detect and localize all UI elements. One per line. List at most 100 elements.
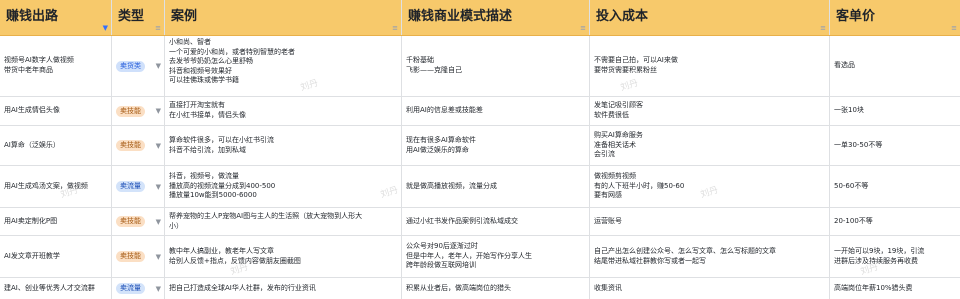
cost-cell[interactable]: 收集资讯 bbox=[590, 278, 830, 299]
cell-line: 收集资讯 bbox=[594, 283, 622, 292]
column-header-type[interactable]: 类型 ≡ bbox=[112, 0, 165, 35]
model-cell[interactable]: 通过小红书发作品案例引流私域成交 bbox=[402, 208, 590, 235]
cases-cell[interactable]: 帮养宠物的主人P宠物AI图与主人的生活照（放大宠物到人形大 小） bbox=[165, 208, 402, 235]
type-cell[interactable]: 卖技能 ▼ bbox=[112, 97, 165, 125]
cell-line: 跨年龄段做互联网培训 bbox=[406, 261, 476, 270]
cases-cell[interactable]: 小和尚、智者 一个可爱的小和尚，或者特别智慧的老者 去发爷爷奶奶怎么心里舒畅 抖… bbox=[165, 36, 402, 96]
cell-line: 50-60不等 bbox=[834, 181, 869, 190]
type-cell[interactable]: 卖流量 ▼ bbox=[112, 166, 165, 207]
cell-line: 会引流 bbox=[594, 150, 615, 159]
table-row[interactable]: AI发文章开班教学 卖技能 ▼ 教中年人搞副业，教老年人写文章 给别人反馈+指点，反… bbox=[0, 236, 960, 278]
chevron-down-icon[interactable]: ▼ bbox=[156, 183, 161, 191]
cell-line: 用AI生成鸡汤文案，做视频 bbox=[4, 181, 88, 190]
model-cell[interactable]: 积累从业者后，做高端岗位的猎头 bbox=[402, 278, 590, 299]
cases-cell[interactable]: 直接打开淘宝就有 在小红书接单，情侣头像 bbox=[165, 97, 402, 125]
table-row[interactable]: 视频号AI数字人做视频 带货中老年商品 卖货类 ▼ 小和尚、智者 一个可爱的小和尚，… bbox=[0, 36, 960, 97]
cell-line: 要有网感 bbox=[594, 191, 622, 200]
model-cell[interactable]: 利用AI的信息差或技能差 bbox=[402, 97, 590, 125]
cell-line: 软件费很低 bbox=[594, 111, 629, 119]
column-header-cases[interactable]: 案例 ≡ bbox=[165, 0, 402, 35]
price-cell[interactable]: 看选品 bbox=[830, 36, 960, 96]
price-cell[interactable]: 一单30-50不等 bbox=[830, 126, 960, 165]
filter-icon[interactable]: ≡ bbox=[392, 24, 398, 32]
cell-line: 要带货需要积累粉丝 bbox=[594, 66, 657, 74]
column-header-path[interactable]: 赚钱出路 ▼ bbox=[0, 0, 112, 35]
column-header-label: 客单价 bbox=[836, 9, 876, 24]
cell-line: 算命软件很多，可以在小红书引流 bbox=[169, 135, 274, 144]
cell-line: 准备相关话术 bbox=[594, 140, 636, 149]
type-cell[interactable]: 卖技能 ▼ bbox=[112, 208, 165, 235]
path-cell[interactable]: 视频号AI数字人做视频 带货中老年商品 bbox=[0, 36, 112, 96]
model-cell[interactable]: 公众号对90后逐渐过时 但是中年人，老年人，开始写作分享人生 跨年龄段做互联网培训 bbox=[402, 236, 590, 277]
cell-line: 公众号对90后逐渐过时 bbox=[406, 242, 478, 251]
type-cell[interactable]: 卖技能 ▼ bbox=[112, 126, 165, 165]
cell-line: 抖音不给引流，加到私域 bbox=[169, 145, 246, 154]
cell-line: 一开始可以9块，19块，引流 bbox=[834, 246, 925, 255]
cell-line: 运营账号 bbox=[594, 216, 622, 225]
filter-icon[interactable]: ≡ bbox=[580, 24, 586, 32]
table-row[interactable]: 用AI生成情侣头像 卖技能 ▼ 直接打开淘宝就有 在小红书接单，情侣头像 利用AI的… bbox=[0, 97, 960, 126]
column-header-cost[interactable]: 投入成本 ≡ bbox=[590, 0, 830, 35]
type-tag: 卖技能 bbox=[116, 140, 145, 151]
type-cell[interactable]: 卖技能 ▼ bbox=[112, 236, 165, 277]
cell-line: 购买AI算命服务 bbox=[594, 131, 643, 140]
column-header-model[interactable]: 赚钱商业模式描述 ≡ bbox=[402, 0, 590, 35]
cell-line: 建AI、创业等优秀人才交流群 bbox=[4, 283, 95, 292]
filter-icon[interactable]: ≡ bbox=[155, 24, 161, 32]
cell-line: 帮养宠物的主人P宠物AI图与主人的生活照（放大宠物到人形大 bbox=[169, 211, 363, 220]
type-cell[interactable]: 卖流量 ▼ bbox=[112, 278, 165, 299]
price-cell[interactable]: 20-100不等 bbox=[830, 208, 960, 235]
cases-cell[interactable]: 算命软件很多，可以在小红书引流 抖音不给引流，加到私域 bbox=[165, 126, 402, 165]
cases-cell[interactable]: 教中年人搞副业，教老年人写文章 给别人反馈+指点，反馈内容做朋友圈截图 bbox=[165, 236, 402, 277]
chevron-down-icon[interactable]: ▼ bbox=[156, 142, 161, 150]
model-cell[interactable]: 现在有很多AI算命软件 用AI做泛娱乐的算命 bbox=[402, 126, 590, 165]
path-cell[interactable]: AI算命（泛娱乐） bbox=[0, 126, 112, 165]
price-cell[interactable]: 一张10块 bbox=[830, 97, 960, 125]
price-cell[interactable]: 50-60不等 bbox=[830, 166, 960, 207]
chevron-down-icon[interactable]: ▼ bbox=[156, 218, 161, 226]
column-header-price[interactable]: 客单价 ≡ bbox=[830, 0, 960, 35]
cell-line: 在小红书接单，情侣头像 bbox=[169, 111, 246, 119]
cell-line: 去发爷爷奶奶怎么心里舒畅 bbox=[169, 57, 253, 66]
cell-line: 抖音，视频号，做流量 bbox=[169, 172, 239, 181]
filter-icon[interactable]: ≡ bbox=[820, 24, 826, 32]
filter-icon[interactable]: ≡ bbox=[951, 24, 957, 32]
chevron-down-icon[interactable]: ▼ bbox=[156, 62, 161, 70]
table-row[interactable]: 建AI、创业等优秀人才交流群 卖流量 ▼ 把自己打造成全球AI华人社群，发布的行业… bbox=[0, 278, 960, 299]
type-tag: 卖技能 bbox=[116, 216, 145, 227]
cell-line: 用AI卖定制化P图 bbox=[4, 216, 58, 225]
filter-icon[interactable]: ▼ bbox=[103, 24, 108, 32]
cost-cell[interactable]: 发笔记吸引顾客 软件费很低 bbox=[590, 97, 830, 125]
path-cell[interactable]: 用AI生成情侣头像 bbox=[0, 97, 112, 125]
cost-cell[interactable]: 做视频剪视频 有的人下班半小时，赚50-60 要有网感 bbox=[590, 166, 830, 207]
cell-line: 结尾带进私域社群教你写或者一起写 bbox=[594, 256, 706, 265]
cost-cell[interactable]: 不需要自己拍，可以AI来做 要带货需要积累粉丝 bbox=[590, 36, 830, 96]
cost-cell[interactable]: 运营账号 bbox=[590, 208, 830, 235]
cost-cell[interactable]: 购买AI算命服务 准备相关话术 会引流 bbox=[590, 126, 830, 165]
chevron-down-icon[interactable]: ▼ bbox=[156, 253, 161, 261]
price-cell[interactable]: 一开始可以9块，19块，引流 进群后涉及持续服务再收费 bbox=[830, 236, 960, 277]
cell-line: 带货中老年商品 bbox=[4, 66, 53, 74]
path-cell[interactable]: 用AI生成鸡汤文案，做视频 bbox=[0, 166, 112, 207]
table-row[interactable]: 用AI生成鸡汤文案，做视频 卖流量 ▼ 抖音，视频号，做流量 播放高的视频流量分成到… bbox=[0, 166, 960, 208]
path-cell[interactable]: AI发文章开班教学 bbox=[0, 236, 112, 277]
table-row[interactable]: AI算命（泛娱乐） 卖技能 ▼ 算命软件很多，可以在小红书引流 抖音不给引流，加到私… bbox=[0, 126, 960, 166]
model-cell[interactable]: 千粉基础 飞影——克隆自己 bbox=[402, 36, 590, 96]
cell-line: 有的人下班半小时，赚50-60 bbox=[594, 181, 685, 190]
type-cell[interactable]: 卖货类 ▼ bbox=[112, 36, 165, 96]
cell-line: 但是中年人，老年人，开始写作分享人生 bbox=[406, 251, 532, 260]
table-row[interactable]: 用AI卖定制化P图 卖技能 ▼ 帮养宠物的主人P宠物AI图与主人的生活照（放大宠物… bbox=[0, 208, 960, 236]
path-cell[interactable]: 建AI、创业等优秀人才交流群 bbox=[0, 278, 112, 299]
model-cell[interactable]: 就是做高播放视频，流量分成 bbox=[402, 166, 590, 207]
path-cell[interactable]: 用AI卖定制化P图 bbox=[0, 208, 112, 235]
cases-cell[interactable]: 把自己打造成全球AI华人社群，发布的行业资讯 bbox=[165, 278, 402, 299]
price-cell[interactable]: 高端岗位年薪10%猎头费 bbox=[830, 278, 960, 299]
column-header-label: 赚钱商业模式描述 bbox=[408, 9, 513, 24]
cell-line: 高端岗位年薪10%猎头费 bbox=[834, 283, 913, 292]
chevron-down-icon[interactable]: ▼ bbox=[156, 285, 161, 293]
chevron-down-icon[interactable]: ▼ bbox=[156, 107, 161, 115]
cases-cell[interactable]: 抖音，视频号，做流量 播放高的视频流量分成到400-500 播放量10w能到5000… bbox=[165, 166, 402, 207]
type-tag: 卖流量 bbox=[116, 283, 145, 294]
cell-line: 小和尚、智者 bbox=[169, 38, 211, 46]
cost-cell[interactable]: 自己产出怎么创建公众号、怎么写文章、怎么写标题的文章 结尾带进私域社群教你写或者一… bbox=[590, 236, 830, 277]
